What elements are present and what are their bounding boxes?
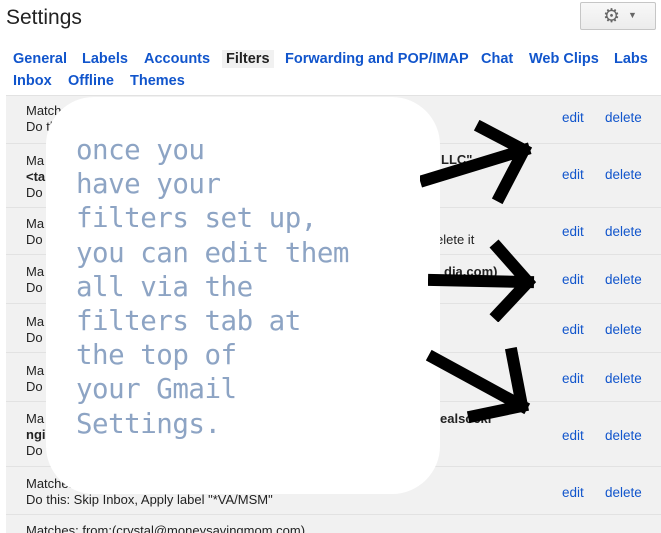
- delete-link[interactable]: delete: [605, 272, 642, 287]
- annotation-arrow-icon: [420, 120, 533, 205]
- page-title: Settings: [6, 6, 82, 29]
- filter-criteria: Ma: [26, 411, 45, 426]
- note-line: Settings.: [76, 407, 221, 440]
- edit-link[interactable]: edit: [562, 322, 584, 337]
- gear-icon: ⚙: [603, 6, 621, 27]
- filter-criteria-extra: ngi: [26, 427, 46, 442]
- note-line: filters set up,: [76, 202, 317, 235]
- filter-criteria: Ma: [26, 153, 45, 168]
- note-line: you can edit them: [76, 236, 349, 269]
- filter-action: Do: [26, 379, 43, 394]
- delete-link[interactable]: delete: [605, 428, 642, 443]
- tab-filters[interactable]: Filters: [222, 50, 274, 68]
- annotation-arrow-icon: [428, 239, 537, 322]
- filter-criteria: Matches: from:(crystal@moneysavingmom.co…: [26, 523, 306, 533]
- note-line: all via the: [76, 270, 253, 303]
- tab-forwarding[interactable]: Forwarding and POP/IMAP: [285, 50, 469, 68]
- tab-inbox[interactable]: Inbox: [13, 72, 52, 90]
- edit-link[interactable]: edit: [562, 167, 584, 182]
- filter-action: Do: [26, 330, 43, 345]
- delete-link[interactable]: delete: [605, 322, 642, 337]
- tab-labs[interactable]: Labs: [614, 50, 648, 68]
- filter-action: Do: [26, 185, 43, 200]
- note-line: the top of: [76, 339, 237, 372]
- filter-action: Do: [26, 280, 43, 295]
- filter-row: Matches: from:(crystal@moneysavingmom.co…: [6, 514, 661, 533]
- edit-link[interactable]: edit: [562, 272, 584, 287]
- edit-link[interactable]: edit: [562, 485, 584, 500]
- tab-offline[interactable]: Offline: [68, 72, 114, 90]
- delete-link[interactable]: delete: [605, 371, 642, 386]
- edit-link[interactable]: edit: [562, 371, 584, 386]
- tab-themes[interactable]: Themes: [130, 72, 185, 90]
- header: Settings ⚙ ▼: [0, 0, 661, 44]
- note-line: have your: [76, 168, 221, 201]
- note-line: once you: [76, 134, 205, 166]
- edit-link[interactable]: edit: [562, 224, 584, 239]
- note-line: your Gmail: [76, 373, 237, 406]
- chevron-down-icon: ▼: [628, 10, 637, 20]
- filter-criteria: Ma: [26, 216, 45, 231]
- delete-link[interactable]: delete: [605, 110, 642, 125]
- filter-criteria: Ma: [26, 363, 45, 378]
- edit-link[interactable]: edit: [562, 110, 584, 125]
- tab-web-clips[interactable]: Web Clips: [529, 50, 599, 68]
- delete-link[interactable]: delete: [605, 485, 642, 500]
- edit-link[interactable]: edit: [562, 428, 584, 443]
- filter-criteria-extra: <ta: [26, 169, 46, 184]
- tab-labels[interactable]: Labels: [82, 50, 128, 68]
- tab-general[interactable]: General: [13, 50, 67, 68]
- annotation-arrow-icon: [426, 346, 531, 424]
- filter-criteria: Ma: [26, 264, 45, 279]
- settings-menu-button[interactable]: ⚙ ▼: [580, 2, 656, 30]
- delete-link[interactable]: delete: [605, 167, 642, 182]
- note-line: filters tab at: [76, 305, 301, 338]
- delete-link[interactable]: delete: [605, 224, 642, 239]
- tab-chat[interactable]: Chat: [481, 50, 513, 68]
- filter-criteria: Ma: [26, 314, 45, 329]
- annotation-note-text: once you have your filters set up, you c…: [76, 133, 349, 441]
- filter-action: Do this: Skip Inbox, Apply label "*VA/MS…: [26, 492, 273, 507]
- filter-action: Do: [26, 232, 43, 247]
- tab-accounts[interactable]: Accounts: [144, 50, 210, 68]
